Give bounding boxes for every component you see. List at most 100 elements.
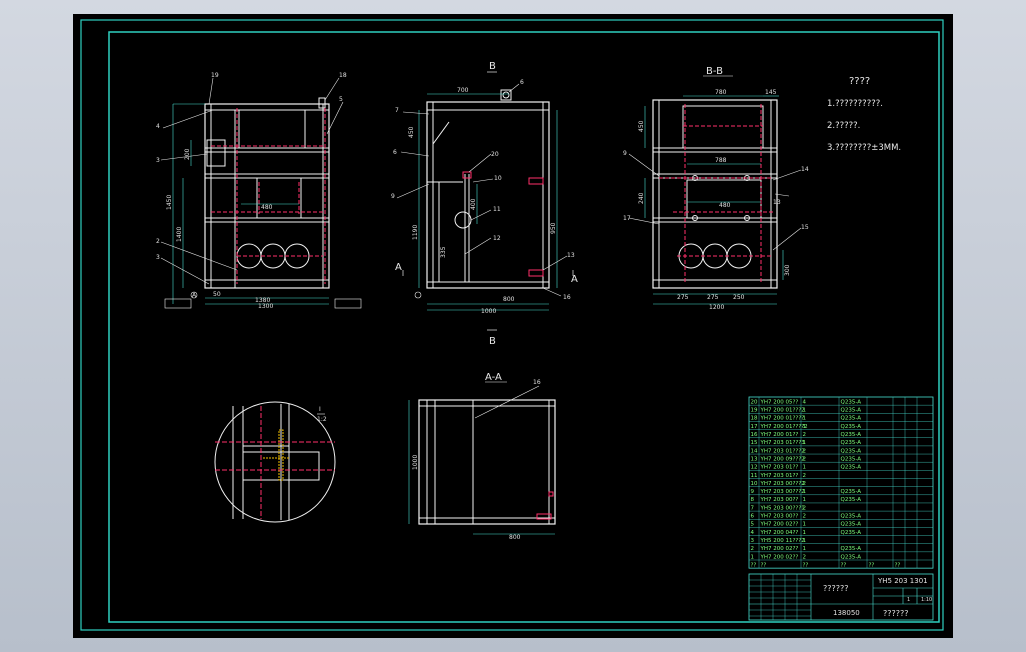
side-dim-335: 335	[440, 246, 447, 258]
bb-dim-275a: 275	[677, 294, 689, 301]
bom-qty: 2	[803, 554, 807, 560]
bb-dim-240: 240	[638, 192, 645, 204]
side-leader-6b: 6	[520, 79, 524, 86]
front-view: 19 18 4 5 3 2 3 1380 50 1300 1450 1400 2…	[156, 72, 362, 310]
side-leader-11: 11	[493, 206, 501, 213]
bom-part-code: YH5 200 11???2	[760, 538, 805, 544]
title-block-scale: 1:10	[921, 597, 932, 603]
bom-material: Q235-A	[841, 489, 862, 495]
bom-header-cell: ??	[869, 562, 875, 568]
side-leader-20: 20	[491, 151, 499, 158]
bb-dim-145: 145	[765, 89, 777, 96]
section-aa-title: A-A	[485, 372, 502, 383]
bom-qty: 1	[803, 522, 807, 528]
side-cut-label-b-top: B	[489, 61, 496, 72]
bom-material: Q235-A	[841, 546, 862, 552]
drawing-canvas: 19 18 4 5 3 2 3 1380 50 1300 1450 1400 2…	[80, 19, 944, 631]
bom-material: Q235-A	[841, 416, 862, 422]
side-leader-6a: 6	[393, 149, 397, 156]
front-dim-50: 50	[213, 291, 221, 298]
side-view: B B A A 7 6 20 10 9 11 12 13 16 6 700 80…	[391, 61, 578, 347]
section-bb-view: B-B 9 14 17 15 13 780 145 450 480 240 27…	[623, 66, 809, 311]
detail-label-scale: 1:2	[317, 416, 327, 423]
bom-material: Q235-A	[841, 399, 862, 405]
bom-qty: 2	[803, 456, 807, 462]
side-dim-700: 700	[457, 87, 469, 94]
bom-qty: 1	[803, 465, 807, 471]
bom-item-no: 20	[751, 399, 758, 405]
bom-material: Q235-A	[841, 514, 862, 520]
bb-dim-788: 788	[715, 157, 727, 164]
side-cut-label-a-left: A	[395, 262, 402, 273]
bb-dim-450: 450	[638, 120, 645, 132]
bb-leader-9: 9	[623, 150, 627, 157]
side-dim-800: 800	[503, 296, 515, 303]
side-leader-9: 9	[391, 193, 395, 200]
front-dim-1400: 1400	[176, 227, 183, 242]
bom-part-code: YH7 200 05??	[760, 399, 799, 405]
cad-viewer-viewport[interactable]: 19 18 4 5 3 2 3 1380 50 1300 1450 1400 2…	[0, 0, 1026, 652]
side-leader-16: 16	[563, 294, 571, 301]
bom-qty: 2	[803, 514, 807, 520]
front-dim-480: 480	[261, 204, 273, 211]
front-leader-5: 5	[339, 96, 343, 103]
bb-dim-480: 480	[719, 202, 731, 209]
bom-header-cell: ??	[841, 562, 847, 568]
front-leader-3b: 3	[156, 254, 160, 261]
front-leader-19: 19	[211, 72, 219, 79]
bom-material: Q235-A	[841, 448, 862, 454]
side-leader-13: 13	[567, 252, 575, 259]
section-aa-view: A-A 16 1000 800	[408, 372, 556, 541]
side-dim-400: 400	[470, 198, 477, 210]
bom-header-cell: ??	[803, 562, 809, 568]
bom-qty: 1	[803, 440, 807, 446]
bb-dim-780: 780	[715, 89, 727, 96]
bom-qty: 1	[803, 489, 807, 495]
bom-material: Q235-A	[841, 424, 862, 430]
technical-notes: ???? 1.??????????. 2.?????. 3.????????±3…	[827, 76, 901, 153]
side-cut-label-b-bottom: B	[489, 336, 496, 347]
bom-part-code: YH7 203 01??	[760, 465, 799, 471]
side-dim-1000: 1000	[481, 308, 496, 315]
bom-item-no: 8	[751, 497, 755, 503]
bom-part-code: YH7 200 09???2	[760, 456, 805, 462]
bom-material: Q235-A	[841, 554, 862, 560]
front-leader-4: 4	[156, 123, 160, 130]
title-block: ?????? YH5 203 1301 1:10 1 ?????? 138050	[748, 573, 934, 621]
bom-material: Q235-A	[841, 456, 862, 462]
bb-leader-17: 17	[623, 215, 631, 222]
bb-leader-13: 13	[773, 199, 781, 206]
bb-leader-14: 14	[801, 166, 809, 173]
side-dim-1190: 1190	[412, 225, 419, 240]
bom-qty: 1	[803, 530, 807, 536]
bom-item-no: 17	[751, 424, 758, 430]
bom-part-code: YH7 200 04??	[760, 530, 799, 536]
notes-heading: ????	[849, 76, 870, 87]
bom-qty: 1	[803, 424, 807, 430]
detail-view-I: I 1:2	[214, 401, 336, 523]
bom-header-cell: ??	[761, 562, 767, 568]
bom-part-code: YH7 200 02??	[760, 554, 799, 560]
title-block-drawing-no: YH5 203 1301	[877, 577, 928, 585]
bom-item-no: 13	[751, 456, 758, 462]
bom-qty: 4	[803, 399, 807, 405]
bom-header-cell: ??	[895, 562, 901, 568]
note-1: 1.??????????.	[827, 99, 883, 109]
bb-dim-1200: 1200	[709, 304, 724, 311]
bom-part-code: YH5 203 00???1	[760, 505, 805, 511]
bom-part-code: YH7 203 00??	[760, 497, 799, 503]
aa-dim-800: 800	[509, 534, 521, 541]
side-leader-7: 7	[395, 107, 399, 114]
aa-dim-1000: 1000	[412, 455, 419, 470]
bom-part-code: YH7 200 01????	[760, 416, 805, 422]
bom-item-no: 2	[751, 546, 755, 552]
bom-item-no: 10	[751, 481, 758, 487]
bom-material: Q235-A	[841, 408, 862, 414]
front-dim-200: 200	[184, 148, 191, 160]
bom-material: Q235-A	[841, 440, 862, 446]
drawing-sheet[interactable]: 19 18 4 5 3 2 3 1380 50 1300 1450 1400 2…	[73, 14, 953, 638]
bom-header-cell: ??	[751, 562, 757, 568]
bom-item-no: 3	[751, 538, 755, 544]
bb-dim-250: 250	[733, 294, 745, 301]
note-3: 3.????????±3MM.	[827, 143, 901, 153]
